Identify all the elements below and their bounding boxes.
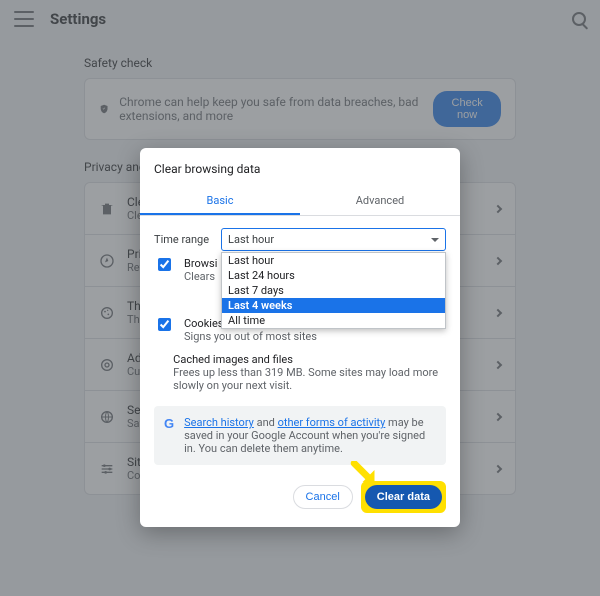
chevron-down-icon bbox=[431, 238, 439, 242]
tab-advanced[interactable]: Advanced bbox=[300, 186, 460, 215]
clear-browsing-data-dialog: Clear browsing data Basic Advanced Time … bbox=[140, 148, 460, 527]
highlight-annotation: Clear data bbox=[361, 481, 446, 513]
time-range-dropdown: Last hour Last 24 hours Last 7 days Last… bbox=[221, 252, 446, 329]
tab-basic[interactable]: Basic bbox=[140, 186, 300, 215]
dialog-title: Clear browsing data bbox=[154, 162, 446, 176]
dialog-tabs: Basic Advanced bbox=[140, 186, 460, 216]
option-last-4-weeks[interactable]: Last 4 weeks bbox=[222, 298, 445, 313]
option-last-hour[interactable]: Last hour bbox=[222, 253, 445, 268]
checkbox-browsing-history[interactable] bbox=[158, 258, 171, 271]
cancel-button[interactable]: Cancel bbox=[293, 485, 353, 509]
time-range-row: Time range Last hour Last hour Last 24 h… bbox=[154, 228, 446, 251]
check-cached: Cached images and files Frees up less th… bbox=[154, 353, 446, 392]
option-last-7-days[interactable]: Last 7 days bbox=[222, 283, 445, 298]
google-icon: G bbox=[164, 416, 174, 431]
clear-data-button[interactable]: Clear data bbox=[365, 485, 442, 509]
link-other-activity[interactable]: other forms of activity bbox=[278, 416, 386, 429]
dialog-actions: Cancel Clear data bbox=[154, 481, 446, 513]
time-range-value: Last hour bbox=[228, 233, 274, 246]
link-search-history[interactable]: Search history bbox=[184, 416, 254, 429]
option-last-24-hours[interactable]: Last 24 hours bbox=[222, 268, 445, 283]
option-all-time[interactable]: All time bbox=[222, 313, 445, 328]
time-range-select[interactable]: Last hour bbox=[221, 228, 446, 251]
info-text: Search history and other forms of activi… bbox=[184, 416, 436, 455]
google-account-info: G Search history and other forms of acti… bbox=[154, 406, 446, 465]
time-range-label: Time range bbox=[154, 233, 209, 246]
checkbox-cookies[interactable] bbox=[158, 318, 171, 331]
